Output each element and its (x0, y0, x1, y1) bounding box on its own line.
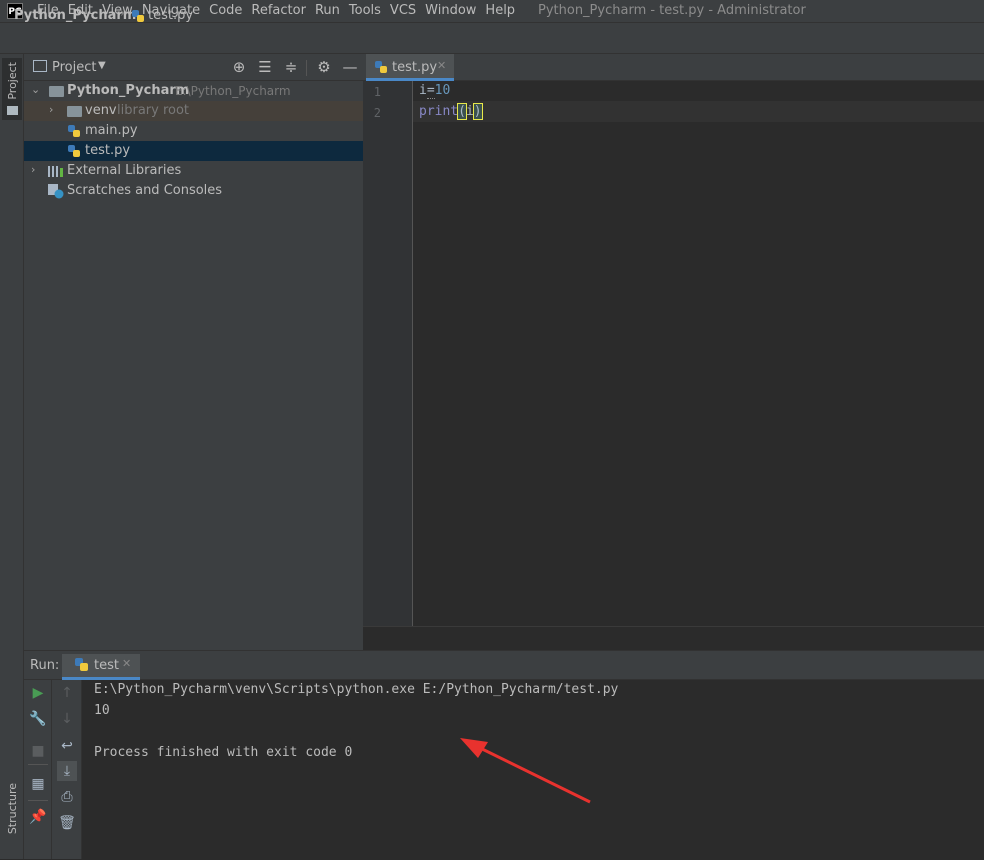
code-paren-open: ( (457, 103, 467, 120)
chevron-down-icon[interactable]: ▼ (98, 60, 106, 71)
arrow-up-icon[interactable]: ↑ (57, 683, 77, 703)
python-file-icon (68, 145, 80, 157)
console-output-line: E:\Python_Pycharm\venv\Scripts\python.ex… (94, 682, 619, 697)
line-number: 1 (373, 85, 381, 99)
tree-item-venv[interactable]: › venv library root (24, 101, 363, 121)
soft-wrap-icon[interactable]: ↩ (57, 736, 77, 756)
code-variable: i (419, 83, 427, 98)
scroll-to-end-icon[interactable]: ⤓ (57, 761, 77, 781)
current-line-highlight (413, 101, 984, 122)
chevron-right-icon[interactable]: › (31, 163, 35, 176)
menu-vcs[interactable]: VCS (390, 3, 416, 19)
breadcrumb-project[interactable]: Python_Pycharm (14, 8, 136, 23)
navigation-bar (0, 22, 984, 54)
menu-tools[interactable]: Tools (349, 3, 381, 19)
divider (28, 764, 48, 765)
trash-icon[interactable]: 🗑 (57, 813, 77, 833)
pin-icon[interactable]: 📌 (28, 807, 48, 827)
tree-item-path: E:\Python_Pycharm (175, 84, 291, 98)
editor-tab-bar (363, 54, 984, 81)
breadcrumb-separator-icon: › (120, 6, 126, 21)
arrow-down-icon[interactable]: ↓ (57, 709, 77, 729)
window-title: Python_Pycharm - test.py - Administrator (538, 3, 806, 18)
line-number-gutter (363, 81, 413, 626)
close-icon[interactable]: ✕ (122, 657, 131, 670)
python-file-icon (132, 10, 144, 22)
expand-all-icon[interactable]: ☰ (257, 58, 273, 76)
menu-help[interactable]: Help (485, 3, 515, 19)
tree-item-main-py[interactable]: main.py (24, 121, 363, 141)
python-icon (75, 658, 88, 671)
divider (28, 800, 48, 801)
code-argument: i (465, 104, 474, 119)
close-icon[interactable]: ✕ (437, 59, 446, 72)
collapse-all-icon[interactable]: ≑ (283, 58, 299, 76)
run-panel-header (24, 651, 984, 680)
run-tab-label[interactable]: test (94, 658, 119, 673)
tree-item-label: main.py (85, 123, 138, 138)
tree-item-scratches[interactable]: Scratches and Consoles (24, 181, 363, 201)
console-output-line: Process finished with exit code 0 (94, 745, 353, 760)
code-paren-close: ) (472, 103, 483, 120)
editor-bottom-strip (363, 626, 984, 651)
menu-refactor[interactable]: Refactor (251, 3, 306, 19)
tree-item-project-root[interactable]: ⌄ Python_Pycharm E:\Python_Pycharm (24, 81, 363, 101)
locate-target-icon[interactable]: ⊕ (231, 58, 247, 76)
project-panel-title[interactable]: Project (52, 60, 96, 75)
tab-label[interactable]: test.py (392, 60, 437, 75)
tree-item-test-py[interactable]: test.py (24, 141, 363, 161)
minimize-icon[interactable]: — (342, 58, 358, 76)
project-tool-label[interactable]: Project (6, 62, 19, 100)
code-operator: = (426, 83, 435, 99)
run-toolbar-primary (24, 680, 52, 859)
python-file-icon (375, 61, 387, 73)
tree-item-external-libraries[interactable]: › External Libraries (24, 161, 363, 181)
project-view-icon (33, 60, 47, 72)
run-label: Run: (30, 658, 60, 673)
code-number: 10 (434, 83, 451, 98)
library-root-hint: library root (117, 103, 190, 118)
code-builtin: print (419, 104, 459, 119)
print-icon[interactable]: ⎙ (57, 787, 77, 807)
python-file-icon (68, 125, 80, 137)
layout-icon[interactable]: ▦ (28, 774, 48, 794)
divider (306, 60, 307, 76)
menu-code[interactable]: Code (209, 3, 242, 19)
stop-icon[interactable]: ■ (28, 741, 48, 761)
left-tool-stripe (0, 54, 24, 859)
tree-item-label: test.py (85, 143, 131, 158)
menu-run[interactable]: Run (315, 3, 340, 19)
chevron-right-icon[interactable]: › (49, 103, 53, 116)
editor-area (363, 54, 984, 650)
tree-item-label: Scratches and Consoles (67, 183, 223, 198)
line-number: 2 (373, 106, 381, 120)
code-line-1[interactable]: i=10 (419, 83, 451, 99)
wrench-icon[interactable]: 🔧 (28, 709, 48, 729)
console-output-line: 10 (94, 703, 110, 718)
chevron-down-icon[interactable]: ⌄ (31, 83, 40, 96)
folder-icon (67, 106, 82, 117)
breadcrumb-file[interactable]: test.py (148, 8, 193, 23)
menu-window[interactable]: Window (425, 3, 476, 19)
gear-icon[interactable]: ⚙ (316, 58, 332, 76)
tree-item-label: Python_Pycharm (67, 83, 190, 98)
folder-icon (49, 86, 64, 97)
structure-tool-label[interactable]: Structure (6, 783, 19, 834)
libraries-icon (48, 166, 63, 177)
annotation-arrow-icon (460, 738, 591, 804)
code-line-2[interactable]: print(i) (419, 103, 483, 120)
folder-icon (7, 106, 18, 115)
rerun-play-icon[interactable]: ▶ (28, 683, 48, 703)
scratches-icon (48, 184, 64, 199)
tree-item-label: External Libraries (67, 163, 182, 178)
tree-item-label: venv (85, 103, 117, 118)
